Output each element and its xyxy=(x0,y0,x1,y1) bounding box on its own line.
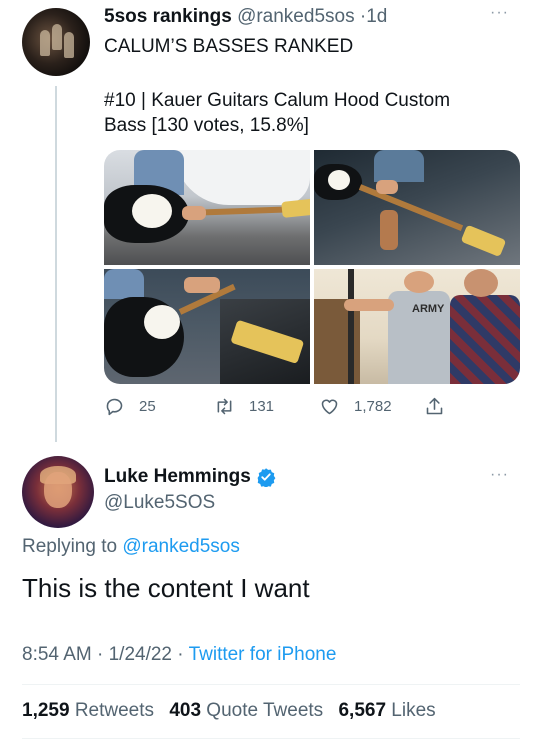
share-button[interactable] xyxy=(424,396,459,417)
media-photo[interactable] xyxy=(314,150,520,265)
media-photo[interactable] xyxy=(104,150,310,265)
like-count: 1,782 xyxy=(354,398,392,415)
media-grid: ARMY xyxy=(104,150,520,384)
shirt-text: ARMY xyxy=(412,303,445,315)
reply-icon xyxy=(106,398,123,416)
media-photo[interactable]: ARMY xyxy=(314,269,520,384)
divider xyxy=(22,684,520,685)
more-options-icon[interactable]: ··· xyxy=(490,4,509,22)
meta-separator: · xyxy=(97,644,104,665)
heart-icon xyxy=(321,399,338,415)
tweet-header: 5sos rankings @ranked5sos ·1d xyxy=(104,6,387,28)
tweet-text-line-2: #10 | Kauer Guitars Calum Hood Custom xyxy=(104,90,451,111)
reply-date[interactable]: 1/24/22 xyxy=(109,644,172,665)
retweet-button[interactable]: 131 xyxy=(214,396,274,417)
replying-to: Replying to @ranked5sos xyxy=(22,536,240,558)
tweet-meta: 8:54 AM · 1/24/22 · Twitter for iPhone xyxy=(22,644,336,666)
retweets-num: 1,259 xyxy=(22,700,70,721)
replying-to-link[interactable]: @ranked5sos xyxy=(122,536,240,557)
verified-badge-icon xyxy=(257,468,276,487)
avatar[interactable] xyxy=(22,456,94,528)
reply-time[interactable]: 8:54 AM xyxy=(22,644,92,665)
retweets-stat[interactable]: 1,259 Retweets xyxy=(22,700,164,721)
avatar[interactable] xyxy=(22,8,90,76)
share-icon xyxy=(426,397,443,415)
likes-label: Likes xyxy=(391,700,436,721)
like-button[interactable]: 1,782 xyxy=(319,396,392,417)
replying-prefix: Replying to xyxy=(22,536,118,557)
likes-stat[interactable]: 6,567 Likes xyxy=(338,700,445,721)
reply-text: This is the content I want xyxy=(22,573,310,603)
tweet-text-line-1: CALUM’S BASSES RANKED xyxy=(104,36,354,57)
reply-button[interactable]: 25 xyxy=(104,396,156,417)
reply-author-handle[interactable]: @Luke5SOS xyxy=(104,492,215,514)
tweet-source-link[interactable]: Twitter for iPhone xyxy=(189,644,337,665)
retweets-label: Retweets xyxy=(74,700,155,721)
reply-author-name-text: Luke Hemmings xyxy=(104,466,251,487)
quotes-num: 403 xyxy=(169,700,202,721)
media-photo[interactable] xyxy=(104,269,310,384)
divider xyxy=(22,738,520,739)
tweet-text-line-3: Bass [130 votes, 15.8%] xyxy=(104,115,309,136)
likes-num: 6,567 xyxy=(338,700,387,721)
quotes-stat[interactable]: 403 Quote Tweets xyxy=(169,700,333,721)
tweet-actions: 25 131 1,782 xyxy=(104,396,504,420)
author-handle[interactable]: @ranked5sos xyxy=(237,6,355,27)
engagement-stats: 1,259 Retweets 403 Quote Tweets 6,567 Li… xyxy=(22,700,446,722)
quotes-label: Quote Tweets xyxy=(206,700,324,721)
reply-author-name[interactable]: Luke Hemmings xyxy=(104,466,276,488)
timestamp[interactable]: 1d xyxy=(366,6,387,27)
meta-separator: · xyxy=(177,644,184,665)
reply-count: 25 xyxy=(139,398,156,415)
retweet-count: 131 xyxy=(249,398,275,415)
more-options-icon[interactable]: ··· xyxy=(490,466,509,484)
author-name[interactable]: 5sos rankings xyxy=(104,6,232,27)
thread-line xyxy=(55,86,57,442)
retweet-icon xyxy=(217,398,232,415)
